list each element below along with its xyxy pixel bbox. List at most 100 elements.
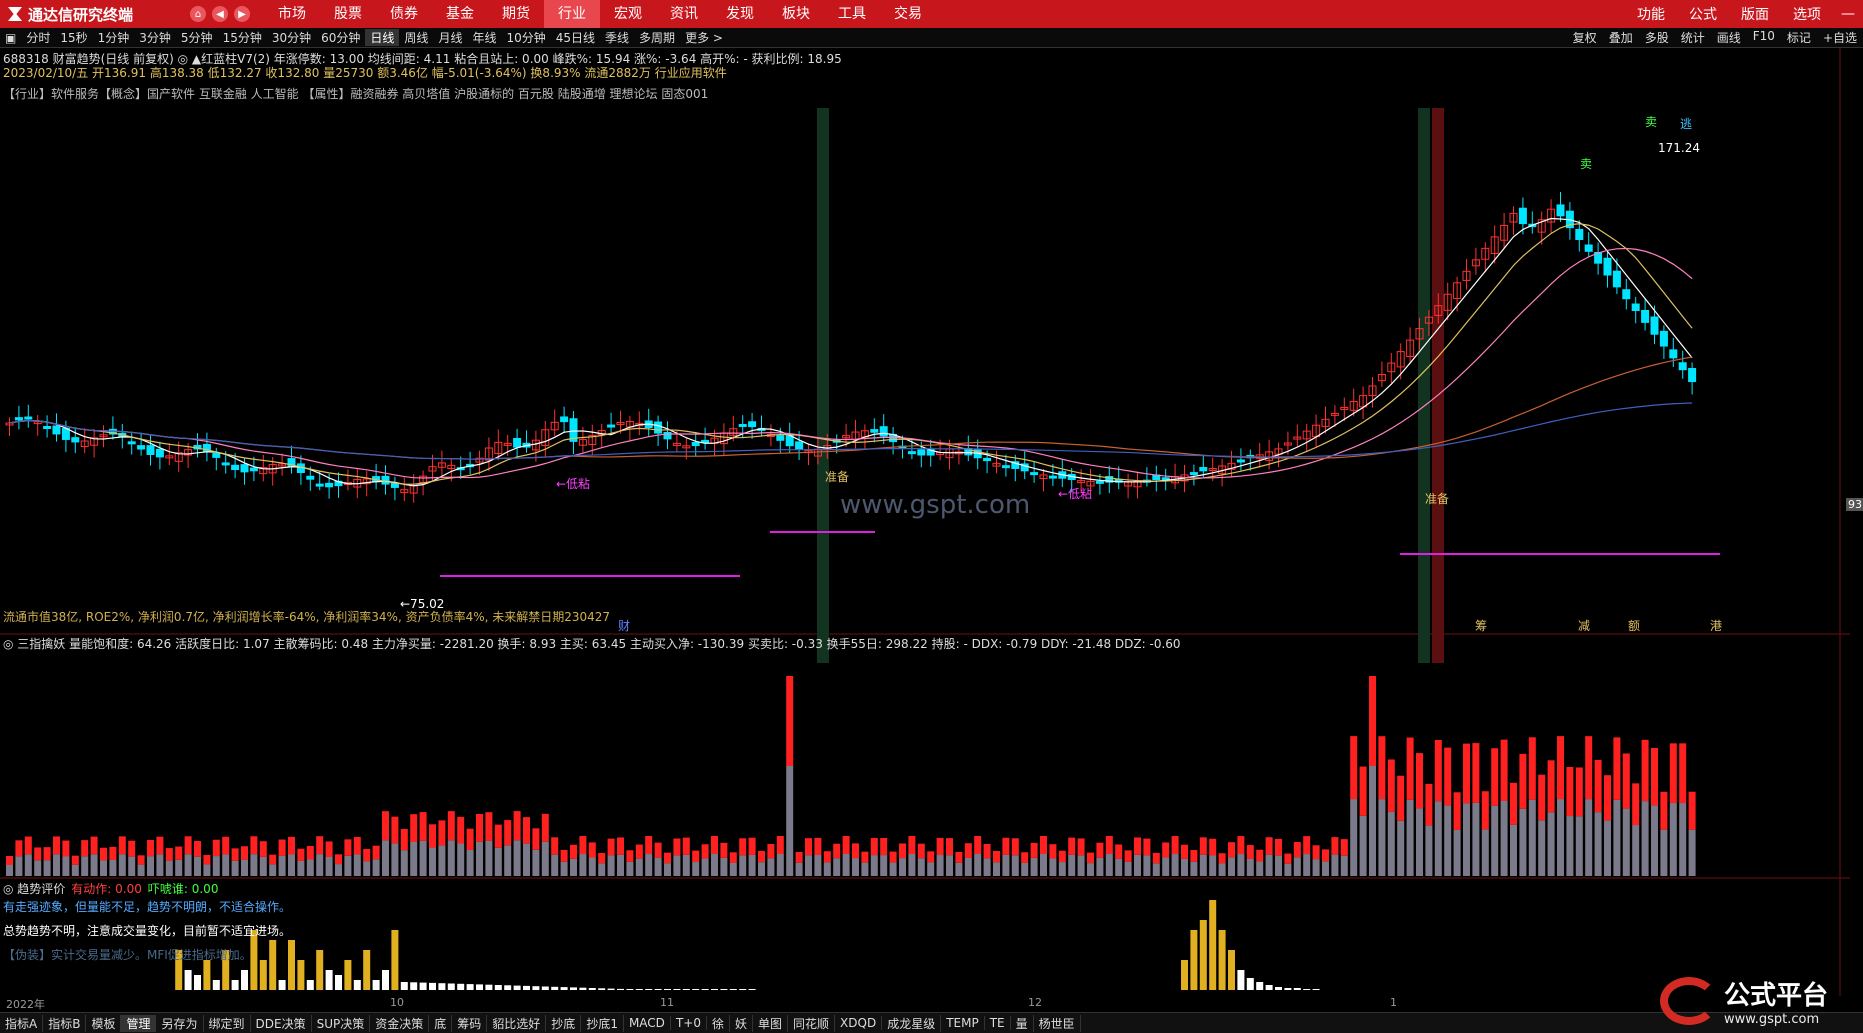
timeframe-tab[interactable]: 多周期 [634,29,680,46]
trend-bar [1275,987,1282,990]
timeframe-tab[interactable]: 15秒 [55,29,92,46]
trend-bar [1228,950,1235,990]
home-icon[interactable]: ⌂ [190,6,206,22]
toolbar-button[interactable]: 复权 [1567,29,1603,46]
bottom-tab[interactable]: 管理 [121,1014,157,1032]
bottom-tab[interactable]: 量 [1011,1014,1034,1032]
timeframe-tab[interactable]: 更多 > [680,29,728,46]
volume-bar-red [776,836,784,855]
timeframe-tab[interactable]: 年线 [467,29,501,46]
volume-bar-gray [1491,805,1499,876]
timeframe-tab[interactable]: 45日线 [551,29,600,46]
menu-item[interactable]: 资讯 [656,0,712,28]
volume-bar-gray [551,854,559,876]
volume-bar-gray [1453,829,1461,876]
volume-bar-red [485,812,493,841]
volume-bar-gray [1641,801,1649,876]
bottom-tab[interactable]: TEMP [941,1016,985,1030]
bottom-tab[interactable]: T+0 [671,1016,707,1030]
bottom-tab[interactable]: 成龙星级 [882,1014,942,1032]
volume-bar-gray [1660,829,1668,876]
layout-icon[interactable]: ▣ [0,31,21,45]
menu-item[interactable]: 宏观 [600,0,656,28]
bottom-tab[interactable]: 另存为 [156,1014,204,1032]
menu-item[interactable]: 基金 [432,0,488,28]
volume-bar-gray [1557,799,1564,876]
bottom-tab[interactable]: 模板 [86,1014,122,1032]
menu-item[interactable]: 期货 [488,0,544,28]
timeframe-tab[interactable]: 30分钟 [267,29,316,46]
toolbar-button[interactable]: 标记 [1781,29,1817,46]
toolbar-button[interactable]: 多股 [1639,29,1675,46]
candle-body [221,462,230,466]
main-chart-area[interactable]: 171.24←75.02准备准备←低粘←低粘卖 逃卖财筹减额港 [0,48,1850,996]
timeframe-tab[interactable]: 3分钟 [134,29,176,46]
bottom-tab[interactable]: 底 [429,1014,453,1032]
menu-item[interactable]: 交易 [880,0,936,28]
right-menu-item[interactable]: 版面 [1729,4,1781,24]
volume-bar-gray [523,843,530,876]
bottom-tab[interactable]: SUP决策 [312,1014,371,1032]
bottom-tab[interactable]: 抄底 [546,1014,582,1032]
bottom-tab[interactable]: 妖 [730,1014,753,1032]
volume-bar-gray [372,859,380,876]
timeframe-tab[interactable]: 10分钟 [501,29,550,46]
bottom-tab[interactable]: 指标A [0,1014,44,1032]
bottom-tab[interactable]: 指标B [43,1014,87,1032]
bottom-tab[interactable]: 徐 [707,1014,730,1032]
candle-body [870,429,879,433]
timeframe-tab[interactable]: 15分钟 [218,29,267,46]
menu-item[interactable]: 发现 [712,0,768,28]
timeframe-tab[interactable]: 1分钟 [93,29,135,46]
bottom-tab[interactable]: 杨世臣 [1034,1014,1081,1032]
timeframe-tab[interactable]: 60分钟 [316,29,365,46]
right-menu-item[interactable]: 公式 [1677,4,1729,24]
timeframe-tab[interactable]: 月线 [433,29,467,46]
bottom-tab[interactable]: 筹码 [452,1014,488,1032]
bottom-tab[interactable]: 绑定到 [204,1014,251,1032]
menu-item[interactable]: 市场 [264,0,320,28]
toolbar-button[interactable]: F10 [1747,29,1781,46]
volume-bar-red [607,838,615,856]
volume-bar-gray [15,856,23,876]
timeframe-tab[interactable]: 周线 [399,29,433,46]
forward-icon[interactable]: ▶ [234,6,250,22]
menu-item[interactable]: 板块 [768,0,824,28]
toolbar-button[interactable]: 叠加 [1603,29,1639,46]
bottom-tab[interactable]: 资金决策 [370,1014,430,1032]
menu-item[interactable]: 股票 [320,0,376,28]
trend-bar [1256,982,1264,990]
timeframe-tab[interactable]: 季线 [600,29,634,46]
menu-item[interactable]: 行业 [544,0,600,28]
volume-bar-gray [1002,854,1010,876]
timeframe-tab[interactable]: 分时 [21,29,55,46]
volume-bar-gray [1237,854,1245,876]
toolbar-button[interactable]: 统计 [1675,29,1711,46]
menu-item[interactable]: 债券 [376,0,432,28]
toolbar-button[interactable]: +自选 [1817,29,1863,46]
trend-bar [194,975,201,990]
menu-item[interactable]: 工具 [824,0,880,28]
bottom-tab[interactable]: 单图 [753,1014,789,1032]
minimize-icon[interactable]: — [1833,6,1863,22]
right-menu-item[interactable]: 选项 [1781,4,1833,24]
volume-bar-gray [1444,805,1452,876]
volume-bar-gray [899,858,906,876]
bottom-tab[interactable]: 同花顺 [788,1014,836,1032]
volume-bar-gray [485,840,493,876]
timeframe-tab[interactable]: 日线 [365,29,400,46]
trend-bar [560,987,568,990]
trend-bar [682,989,690,990]
toolbar-button[interactable]: 画线 [1711,29,1747,46]
bottom-tab[interactable]: DDE决策 [251,1014,312,1032]
back-icon[interactable]: ◀ [212,6,228,22]
bottom-tab[interactable]: 抄底1 [581,1014,624,1032]
bottom-tab[interactable]: TE [985,1016,1011,1030]
timeframe-tab[interactable]: 5分钟 [176,29,218,46]
volume-bar-gray [1651,805,1658,876]
bottom-tab[interactable]: XDQD [835,1016,883,1030]
bottom-tab[interactable]: 貂比选好 [487,1014,547,1032]
volume-bar-gray [1359,815,1367,876]
right-menu-item[interactable]: 功能 [1625,4,1677,24]
bottom-tab[interactable]: MACD [624,1016,671,1030]
